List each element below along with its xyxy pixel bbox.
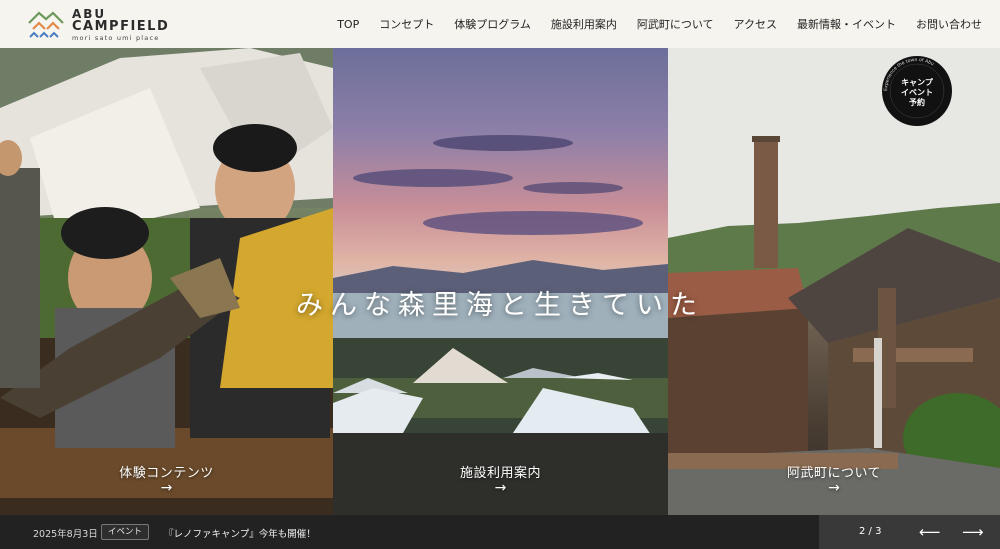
panel-label-about-abu: 阿武町について	[786, 466, 882, 481]
site-logo[interactable]: ABU CAMPFIELD mori sato umi place	[26, 7, 186, 43]
logo-text-campfield: CAMPFIELD	[72, 19, 170, 34]
experience-photo	[0, 48, 333, 515]
nav-item-concept[interactable]: コンセプト	[379, 16, 434, 32]
logo-tagline: mori sato umi place	[72, 34, 160, 42]
news-title-link[interactable]: 『レノファキャンプ』今年も開催！	[164, 526, 316, 540]
main-nav: TOP コンセプト 体験プログラム 施設利用案内 阿武町について アクセス 最新…	[327, 0, 992, 48]
site-header: ABU CAMPFIELD mori sato umi place TOP コン…	[0, 0, 1000, 48]
reservation-badge[interactable]: Experience the town of Abu キャンプ イベント 予約	[882, 56, 952, 126]
nav-item-facility[interactable]: 施設利用案内	[551, 16, 617, 32]
news-date: 2025年8月3日	[33, 529, 98, 540]
slide-counter: 2 / 3	[859, 526, 882, 537]
hero-panel-experience[interactable]: 体験コンテンツ →	[0, 48, 333, 515]
hero-tagline: みんな森里海と生きていた	[296, 290, 704, 321]
hero-panel-facility[interactable]: 施設利用案内 →	[333, 48, 668, 515]
panel-label-experience: 体験コンテンツ	[119, 466, 214, 481]
slider-pager: 2 / 3 ⟵ ⟶	[819, 515, 1000, 549]
nav-item-contact[interactable]: お問い合わせ	[916, 16, 982, 32]
nav-item-access[interactable]: アクセス	[734, 16, 777, 32]
nav-item-programs[interactable]: 体験プログラム	[454, 16, 531, 32]
badge-line-camp: キャンプ	[901, 78, 933, 87]
arrow-right-icon: →	[494, 480, 507, 496]
arrow-right-icon: →	[828, 480, 840, 496]
arrow-right-icon[interactable]: ⟶	[962, 523, 984, 541]
arrow-left-icon[interactable]: ⟵	[919, 523, 941, 541]
arrow-right-icon: →	[160, 480, 173, 496]
logo-mountains-icon	[26, 8, 66, 42]
panel-label-facility: 施設利用案内	[459, 466, 541, 481]
badge-line-reserve: 予約	[909, 98, 925, 107]
news-ticker-bar: 2025年8月3日 イベント 『レノファキャンプ』今年も開催！ 2 / 3 ⟵ …	[0, 515, 1000, 549]
news-category-badge[interactable]: イベント	[101, 524, 150, 540]
badge-line-event: イベント	[901, 88, 933, 97]
nav-item-about-abu[interactable]: 阿武町について	[637, 16, 714, 32]
nav-item-news-events[interactable]: 最新情報・イベント	[797, 16, 896, 32]
nav-item-top[interactable]: TOP	[337, 18, 359, 31]
campsite-photo	[333, 135, 668, 515]
